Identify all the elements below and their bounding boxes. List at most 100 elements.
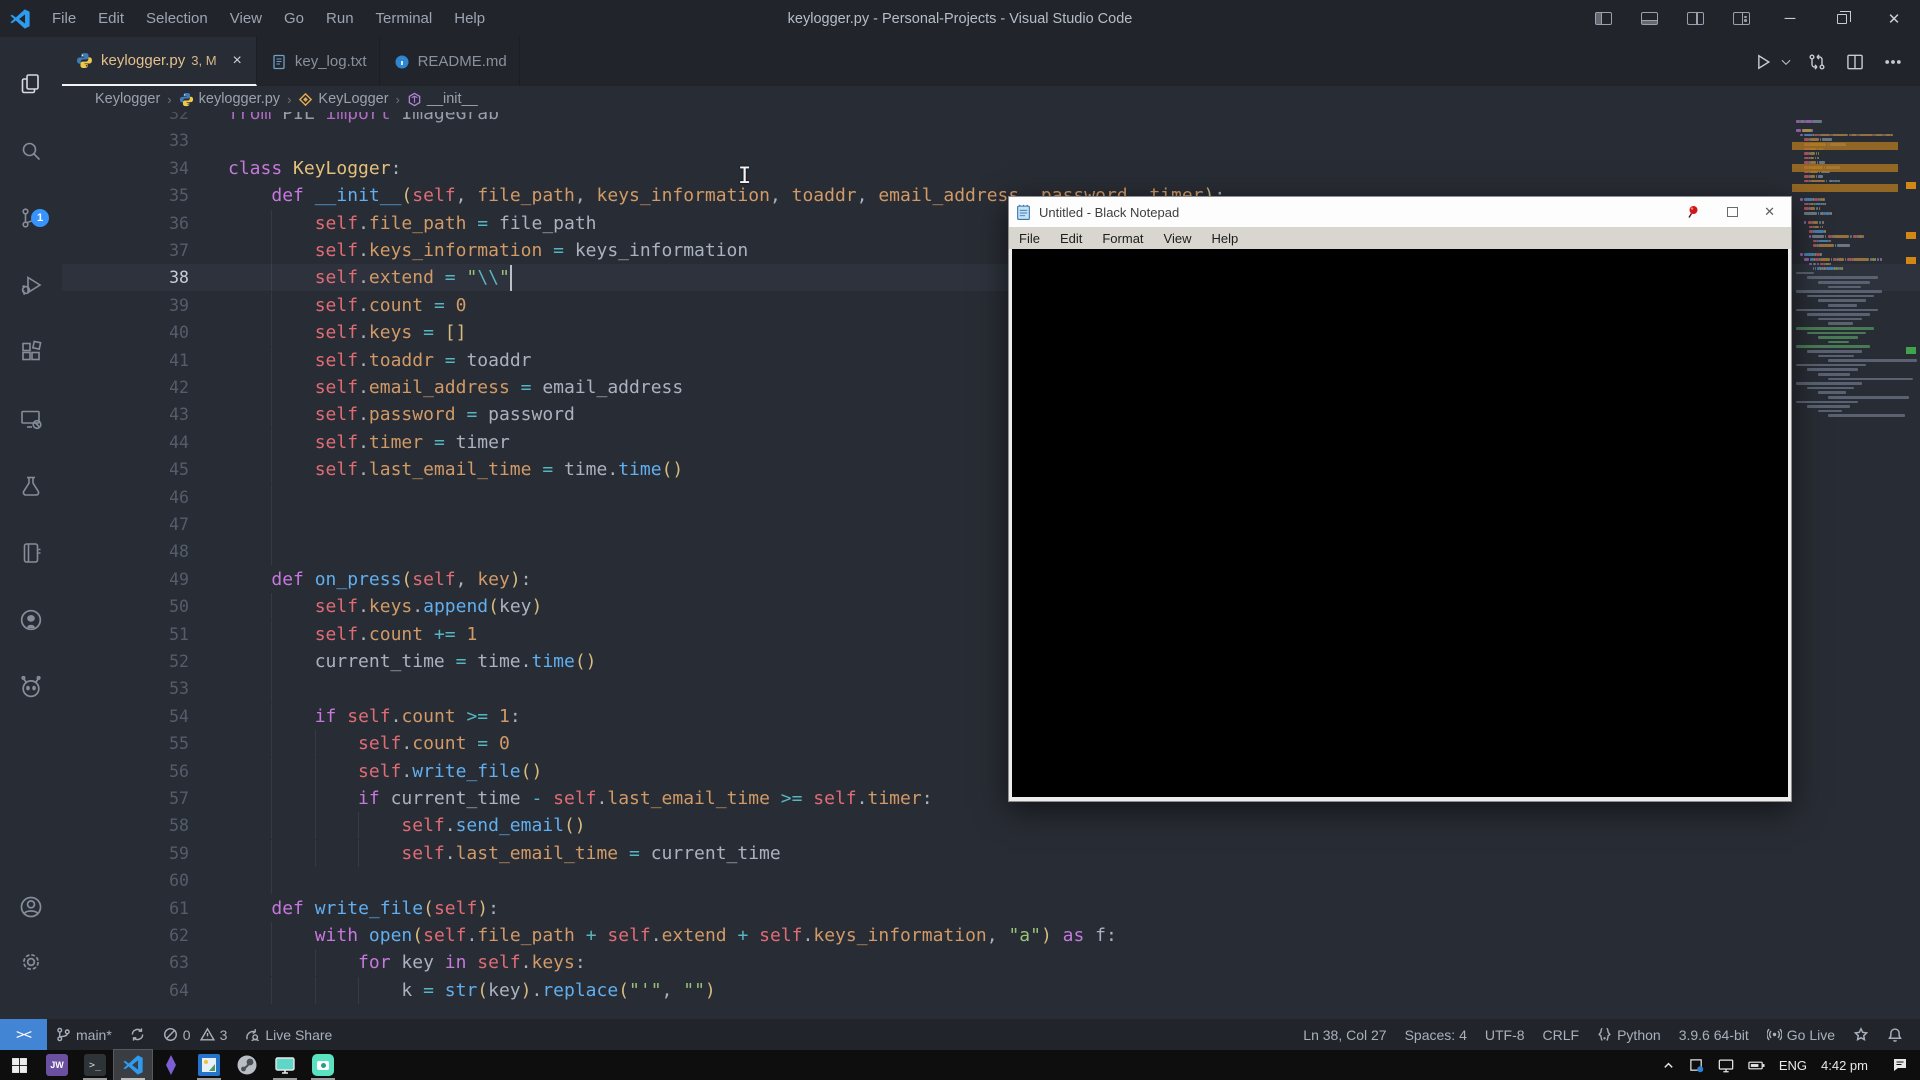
line-number[interactable]: 58 [62, 812, 189, 839]
line-number[interactable]: 35 [62, 182, 189, 209]
live-share-item[interactable]: Live Share [236, 1019, 341, 1050]
code-line-62[interactable]: 62 with open(self.file_path + self.exten… [62, 922, 1920, 949]
taskbar-app-vscode-icon[interactable] [114, 1050, 152, 1080]
line-number[interactable]: 50 [62, 593, 189, 620]
taskbar-app-camera-icon[interactable] [304, 1050, 342, 1080]
remote-explorer-icon[interactable] [0, 394, 62, 444]
more-actions-icon[interactable] [1876, 45, 1910, 79]
run-dropdown-chevron-icon[interactable] [1776, 45, 1796, 79]
tray-battery-icon[interactable] [1748, 1059, 1765, 1072]
line-number[interactable]: 43 [62, 401, 189, 428]
taskbar-app-photos-icon[interactable] [190, 1050, 228, 1080]
notepad-text-area[interactable] [1012, 249, 1788, 797]
line-number[interactable]: 56 [62, 758, 189, 785]
git-branch-item[interactable]: main* [47, 1019, 121, 1050]
robot-icon[interactable] [0, 662, 62, 712]
line-number[interactable]: 32 [62, 112, 189, 127]
python-interpreter-item[interactable]: 3.9.6 64-bit [1670, 1019, 1758, 1050]
line-number[interactable]: 39 [62, 292, 189, 319]
code-line-32[interactable]: 32from PIL import ImageGrab [62, 112, 1920, 127]
notepad-close-button[interactable]: ✕ [1764, 204, 1775, 220]
menu-help[interactable]: Help [443, 0, 496, 37]
line-number[interactable]: 36 [62, 210, 189, 237]
sync-item[interactable] [121, 1019, 154, 1050]
taskbar-app-monitor-icon[interactable] [266, 1050, 304, 1080]
taskbar-app-steam-icon[interactable] [228, 1050, 266, 1080]
eol-item[interactable]: CRLF [1534, 1019, 1589, 1050]
run-debug-icon[interactable] [0, 260, 62, 310]
line-number[interactable]: 48 [62, 538, 189, 565]
code-line-61[interactable]: 61 def write_file(self): [62, 895, 1920, 922]
run-python-file-icon[interactable] [1746, 45, 1780, 79]
cursor-position-item[interactable]: Ln 38, Col 27 [1294, 1019, 1395, 1050]
line-number[interactable]: 55 [62, 730, 189, 757]
tab-readme-md[interactable]: README.md [380, 37, 520, 86]
open-changes-icon[interactable] [1800, 45, 1834, 79]
go-live-item[interactable]: Go Live [1758, 1019, 1844, 1050]
line-number[interactable]: 47 [62, 511, 189, 538]
docs-journal-icon[interactable] [0, 528, 62, 578]
breadcrumb-class[interactable]: KeyLogger [298, 91, 388, 107]
pin-icon[interactable] [1685, 204, 1701, 220]
notifications-item[interactable] [1878, 1019, 1912, 1050]
line-number[interactable]: 63 [62, 949, 189, 976]
accounts-icon[interactable] [0, 882, 62, 932]
line-number[interactable]: 45 [62, 456, 189, 483]
line-number[interactable]: 54 [62, 703, 189, 730]
black-notepad-window[interactable]: Untitled - Black Notepad ✕ File Edit For… [1008, 196, 1792, 802]
split-editor-icon[interactable] [1838, 45, 1872, 79]
notepad-menu-format[interactable]: Format [1102, 231, 1143, 246]
testing-icon[interactable] [0, 461, 62, 511]
line-number[interactable]: 59 [62, 840, 189, 867]
code-line-64[interactable]: 64 k = str(key).replace("'", "") [62, 977, 1920, 1004]
search-icon[interactable] [0, 126, 62, 176]
menu-view[interactable]: View [219, 0, 273, 37]
breadcrumb-file[interactable]: keylogger.py [179, 91, 280, 107]
line-number[interactable]: 49 [62, 566, 189, 593]
line-number[interactable]: 38 [62, 264, 189, 291]
code-line-63[interactable]: 63 for key in self.keys: [62, 949, 1920, 976]
notepad-menu-help[interactable]: Help [1211, 231, 1238, 246]
menu-terminal[interactable]: Terminal [365, 0, 444, 37]
line-number[interactable]: 42 [62, 374, 189, 401]
line-number[interactable]: 57 [62, 785, 189, 812]
line-number[interactable]: 53 [62, 675, 189, 702]
restore-button[interactable] [1816, 0, 1868, 37]
tab-close-icon[interactable]: × [231, 52, 244, 70]
line-number[interactable]: 40 [62, 319, 189, 346]
menu-file[interactable]: File [41, 0, 87, 37]
menu-selection[interactable]: Selection [135, 0, 219, 37]
encoding-item[interactable]: UTF-8 [1476, 1019, 1534, 1050]
tab-keylogger-py[interactable]: keylogger.py 3, M × [62, 37, 257, 86]
notepad-title-bar[interactable]: Untitled - Black Notepad ✕ [1009, 197, 1791, 227]
line-number[interactable]: 60 [62, 867, 189, 894]
source-control-icon[interactable]: 1 [0, 193, 62, 243]
line-number[interactable]: 64 [62, 977, 189, 1004]
breadcrumb-folder[interactable]: Keylogger [95, 91, 160, 107]
line-number[interactable]: 41 [62, 347, 189, 374]
line-number[interactable]: 52 [62, 648, 189, 675]
github-icon[interactable] [0, 595, 62, 645]
settings-gear-icon[interactable] [0, 937, 62, 987]
tray-chevron-up-icon[interactable] [1662, 1059, 1675, 1072]
extensions-icon[interactable] [0, 327, 62, 377]
minimize-button[interactable]: ─ [1764, 0, 1816, 37]
menu-go[interactable]: Go [273, 0, 315, 37]
customize-layout-icon[interactable] [1718, 0, 1764, 37]
code-line-34[interactable]: 34class KeyLogger: [62, 155, 1920, 182]
close-button[interactable]: ✕ [1868, 0, 1920, 37]
minimap[interactable] [1792, 120, 1904, 450]
line-number[interactable]: 44 [62, 429, 189, 456]
start-button[interactable] [0, 1050, 38, 1080]
taskbar-app-jw-icon[interactable]: JW [38, 1050, 76, 1080]
notepad-menu-edit[interactable]: Edit [1060, 231, 1082, 246]
taskbar-app-terminal-icon[interactable]: >_ [76, 1050, 114, 1080]
line-number[interactable]: 34 [62, 155, 189, 182]
tray-display-icon[interactable] [1718, 1058, 1734, 1073]
breadcrumb-method[interactable]: __init__ [407, 91, 478, 107]
feedback-item[interactable] [1844, 1019, 1878, 1050]
overview-ruler[interactable] [1905, 112, 1918, 1019]
remote-indicator[interactable]: >< [0, 1019, 47, 1050]
menu-edit[interactable]: Edit [87, 0, 135, 37]
tray-clock[interactable]: 4:42 pm [1821, 1058, 1868, 1073]
